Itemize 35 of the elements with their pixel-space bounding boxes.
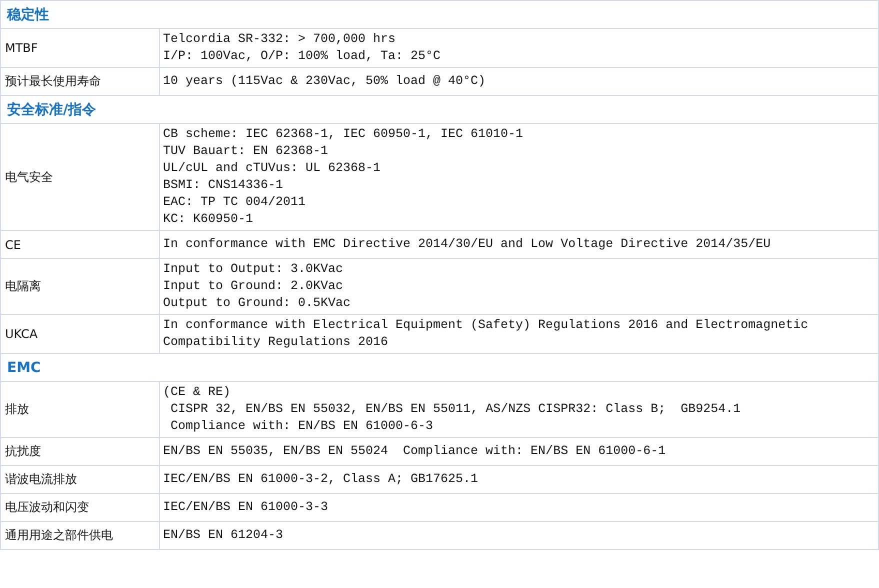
spec-value: 10 years (115Vac & 230Vac, 50% load @ 40°C) (163, 73, 487, 90)
spec-label: 谐波电流排放 (0, 466, 160, 494)
spec-value: KC: K60950-1 (163, 211, 254, 228)
spec-label: 电隔离 (0, 258, 160, 314)
spec-value: EAC: TP TC 004/2011 (163, 194, 307, 211)
spec-value: Input to Output: 3.0KVac (163, 261, 344, 278)
spec-label: 电气安全 (0, 124, 160, 230)
spec-label: MTBF (0, 28, 160, 68)
spec-value: BSMI: CNS14336-1 (163, 177, 284, 194)
spec-value: UL/cUL and cTUVus: UL 62368-1 (163, 160, 382, 177)
section-heading: 安全标准/指令 (0, 96, 878, 124)
section-heading: EMC (0, 354, 878, 382)
spec-value: I/P: 100Vac, O/P: 100% load, Ta: 25°C (163, 48, 442, 65)
spec-value: CISPR 32, EN/BS EN 55032, EN/BS EN 55011, AS/NZS CISPR32: Class B; GB9254.1 (170, 401, 742, 418)
spec-label: CE (0, 230, 160, 258)
spec-value: In conformance with EMC Directive 2014/30/EU and Low Voltage Directive 2014/35/EU (163, 236, 772, 253)
spec-value: Telcordia SR-332: > 700,000 hrs (163, 31, 397, 48)
section-heading: 稳定性 (0, 0, 878, 28)
spec-label: 抗扰度 (0, 438, 160, 466)
spec-value: EN/BS EN 55035, EN/BS EN 55024 Compliance with: EN/BS EN 61000-6-1 (163, 443, 667, 460)
spec-label: 电压波动和闪变 (0, 494, 160, 522)
spec-label: 预计最长使用寿命 (0, 68, 160, 96)
spec-value: Output to Ground: 0.5KVac (163, 295, 352, 312)
spec-value: IEC/EN/BS EN 61000-3-3 (163, 499, 330, 516)
spec-label: UKCA (0, 314, 160, 354)
spec-value: IEC/EN/BS EN 61000-3-2, Class A; GB17625.1 (163, 471, 480, 488)
spec-value: EN/BS EN 61204-3 (163, 527, 284, 544)
spec-label: 通用用途之部件供电 (0, 522, 160, 550)
spec-label: 排放 (0, 382, 160, 438)
spec-value: Compliance with: EN/BS EN 61000-6-3 (170, 418, 434, 435)
spec-value: In conformance with Electrical Equipment (Safety) Regulations 2016 and Electromagnetic Compatibility Regulations 2016 (163, 317, 810, 351)
spec-value: (CE & RE) (163, 384, 232, 401)
spec-value: CB scheme: IEC 62368-1, IEC 60950-1, IEC 61010-1 (163, 126, 524, 143)
spec-value: Input to Ground: 2.0KVac (163, 278, 344, 295)
spec-value: TUV Bauart: EN 62368-1 (163, 143, 330, 160)
